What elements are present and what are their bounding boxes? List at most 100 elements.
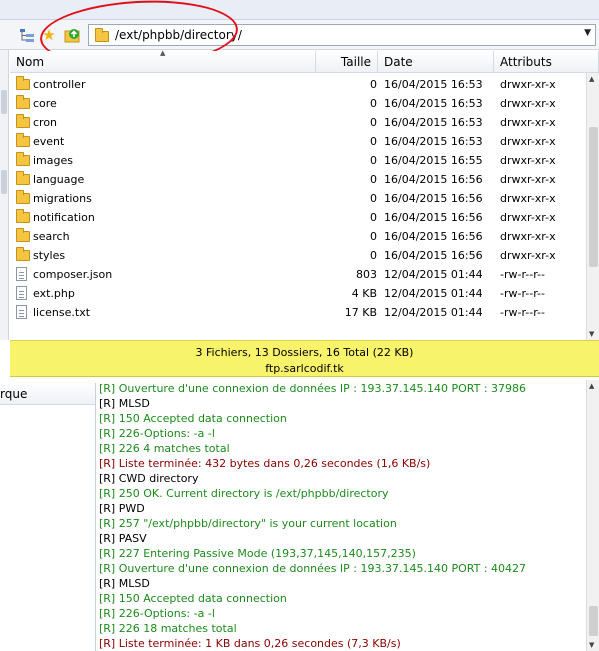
file-date: 16/04/2015 16:53 [384, 97, 483, 110]
file-name: migrations [33, 192, 92, 205]
chevron-down-icon[interactable]: ▼ [584, 28, 591, 38]
column-header-date[interactable]: Date [378, 51, 494, 73]
status-bar: 3 Fichiers, 13 Dossiers, 16 Total (22 KB… [10, 340, 599, 377]
column-header-name[interactable]: Nom ▲ [10, 49, 316, 73]
file-size: 0 [370, 249, 377, 262]
column-header-attributes[interactable]: Attributs [494, 51, 599, 73]
file-attributes: drwxr-xr-x [500, 154, 556, 167]
file-date: 16/04/2015 16:56 [384, 249, 483, 262]
file-row[interactable]: event 0 16/04/2015 16:53 drwxr-xr-x [10, 132, 586, 151]
file-size: 17 KB [344, 306, 377, 319]
file-attributes: drwxr-xr-x [500, 249, 556, 262]
file-row[interactable]: search 0 16/04/2015 16:56 drwxr-xr-x [10, 227, 586, 246]
file-size: 0 [370, 192, 377, 205]
file-size: 0 [370, 135, 377, 148]
file-row[interactable]: cron 0 16/04/2015 16:53 drwxr-xr-x [10, 113, 586, 132]
log-line: [R] 250 OK. Current directory is /ext/ph… [99, 487, 389, 500]
file-row[interactable]: migrations 0 16/04/2015 16:56 drwxr-xr-x [10, 189, 586, 208]
splitter-handle[interactable] [1, 170, 7, 194]
file-row[interactable]: images 0 16/04/2015 16:55 drwxr-xr-x [10, 151, 586, 170]
path-input[interactable]: /ext/phpbb/directory/ ▼ [88, 24, 596, 46]
file-attributes: drwxr-xr-x [500, 78, 556, 91]
bottom-left-panel: rque [0, 383, 96, 651]
log-line: [R] 226 4 matches total [99, 442, 230, 455]
splitter-handle[interactable] [1, 90, 7, 114]
scroll-down-icon[interactable]: ▼ [589, 330, 594, 338]
log-line: [R] MLSD [99, 397, 150, 410]
file-row[interactable]: composer.json 803 12/04/2015 01:44 -rw-r--r… [10, 265, 586, 284]
file-name: styles [33, 249, 66, 262]
file-date: 16/04/2015 16:53 [384, 116, 483, 129]
file-row[interactable]: controller 0 16/04/2015 16:53 drwxr-xr-x [10, 75, 586, 94]
file-attributes: drwxr-xr-x [500, 230, 556, 243]
file-icon [16, 305, 32, 320]
file-attributes: -rw-r--r-- [500, 306, 545, 319]
file-size: 0 [370, 154, 377, 167]
folder-icon [16, 152, 32, 168]
file-size: 0 [370, 211, 377, 224]
file-date: 16/04/2015 16:56 [384, 173, 483, 186]
file-row[interactable]: license.txt 17 KB 12/04/2015 01:44 -rw-r--r… [10, 303, 586, 322]
file-row[interactable]: notification 0 16/04/2015 16:56 drwxr-xr-x [10, 208, 586, 227]
scrollbar-thumb[interactable] [589, 127, 598, 267]
file-name: notification [33, 211, 95, 224]
file-icon [16, 267, 32, 282]
folder-icon [95, 27, 109, 42]
file-date: 16/04/2015 16:55 [384, 154, 483, 167]
file-size: 803 [356, 268, 377, 281]
log-line: [R] Ouverture d'une connexion de données… [99, 562, 527, 575]
file-attributes: drwxr-xr-x [500, 192, 556, 205]
file-icon [16, 286, 32, 301]
file-name: composer.json [33, 268, 113, 281]
file-name: controller [33, 78, 86, 91]
file-name: language [33, 173, 85, 186]
tree-view-icon[interactable] [18, 26, 36, 44]
folder-icon [16, 95, 32, 111]
log-scrollbar[interactable]: ▲ ▼ [586, 380, 599, 651]
folder-icon [16, 133, 32, 149]
sort-up-icon: ▲ [160, 49, 166, 57]
folder-icon [16, 247, 32, 263]
log-line: [R] 257 "/ext/phpbb/directory" is your c… [99, 517, 397, 530]
left-panel-edge [0, 50, 9, 340]
file-name: images [33, 154, 73, 167]
file-name: search [33, 230, 70, 243]
file-date: 16/04/2015 16:53 [384, 135, 483, 148]
file-attributes: drwxr-xr-x [500, 211, 556, 224]
file-attributes: -rw-r--r-- [500, 268, 545, 281]
status-host: ftp.sarlcodif.tk [265, 362, 344, 375]
log-line: [R] Ouverture d'une connexion de données… [99, 382, 527, 395]
file-date: 12/04/2015 01:44 [384, 287, 483, 300]
file-attributes: -rw-r--r-- [500, 287, 545, 300]
file-size: 0 [370, 173, 377, 186]
scrollbar-thumb[interactable] [589, 606, 598, 636]
log-line: [R] Liste terminée: 432 bytes dans 0,26 … [99, 457, 431, 470]
bottom-left-column-header[interactable]: rque [0, 383, 95, 405]
folder-icon [16, 228, 32, 244]
scroll-down-icon[interactable]: ▼ [589, 641, 594, 649]
log-line: [R] 150 Accepted data connection [99, 412, 287, 425]
window-top-strip [0, 0, 599, 20]
log-line: [R] 226-Options: -a -l [99, 607, 215, 620]
log-line: [R] Liste terminée: 1 KB dans 0,26 secon… [99, 637, 401, 650]
folder-icon [16, 171, 32, 187]
parent-folder-icon[interactable] [63, 26, 81, 44]
file-size: 0 [370, 97, 377, 110]
scroll-up-icon[interactable]: ▲ [589, 382, 594, 390]
log-line: [R] 226 18 matches total [99, 622, 237, 635]
file-name: license.txt [33, 306, 91, 319]
file-date: 12/04/2015 01:44 [384, 306, 483, 319]
scroll-up-icon[interactable]: ▲ [589, 75, 594, 83]
bookmark-star-icon[interactable]: ★ [40, 26, 58, 44]
file-row[interactable]: styles 0 16/04/2015 16:56 drwxr-xr-x [10, 246, 586, 265]
column-header-size[interactable]: Taille [316, 51, 378, 73]
log-line: [R] 227 Entering Passive Mode (193,37,14… [99, 547, 416, 560]
file-row[interactable]: ext.php 4 KB 12/04/2015 01:44 -rw-r--r-- [10, 284, 586, 303]
file-size: 0 [370, 78, 377, 91]
file-row[interactable]: language 0 16/04/2015 16:56 drwxr-xr-x [10, 170, 586, 189]
file-list-scrollbar[interactable]: ▲ ▼ [586, 73, 599, 340]
file-row[interactable]: core 0 16/04/2015 16:53 drwxr-xr-x [10, 94, 586, 113]
log-line: [R] 150 Accepted data connection [99, 592, 287, 605]
file-size: 4 KB [351, 287, 377, 300]
file-attributes: drwxr-xr-x [500, 97, 556, 110]
